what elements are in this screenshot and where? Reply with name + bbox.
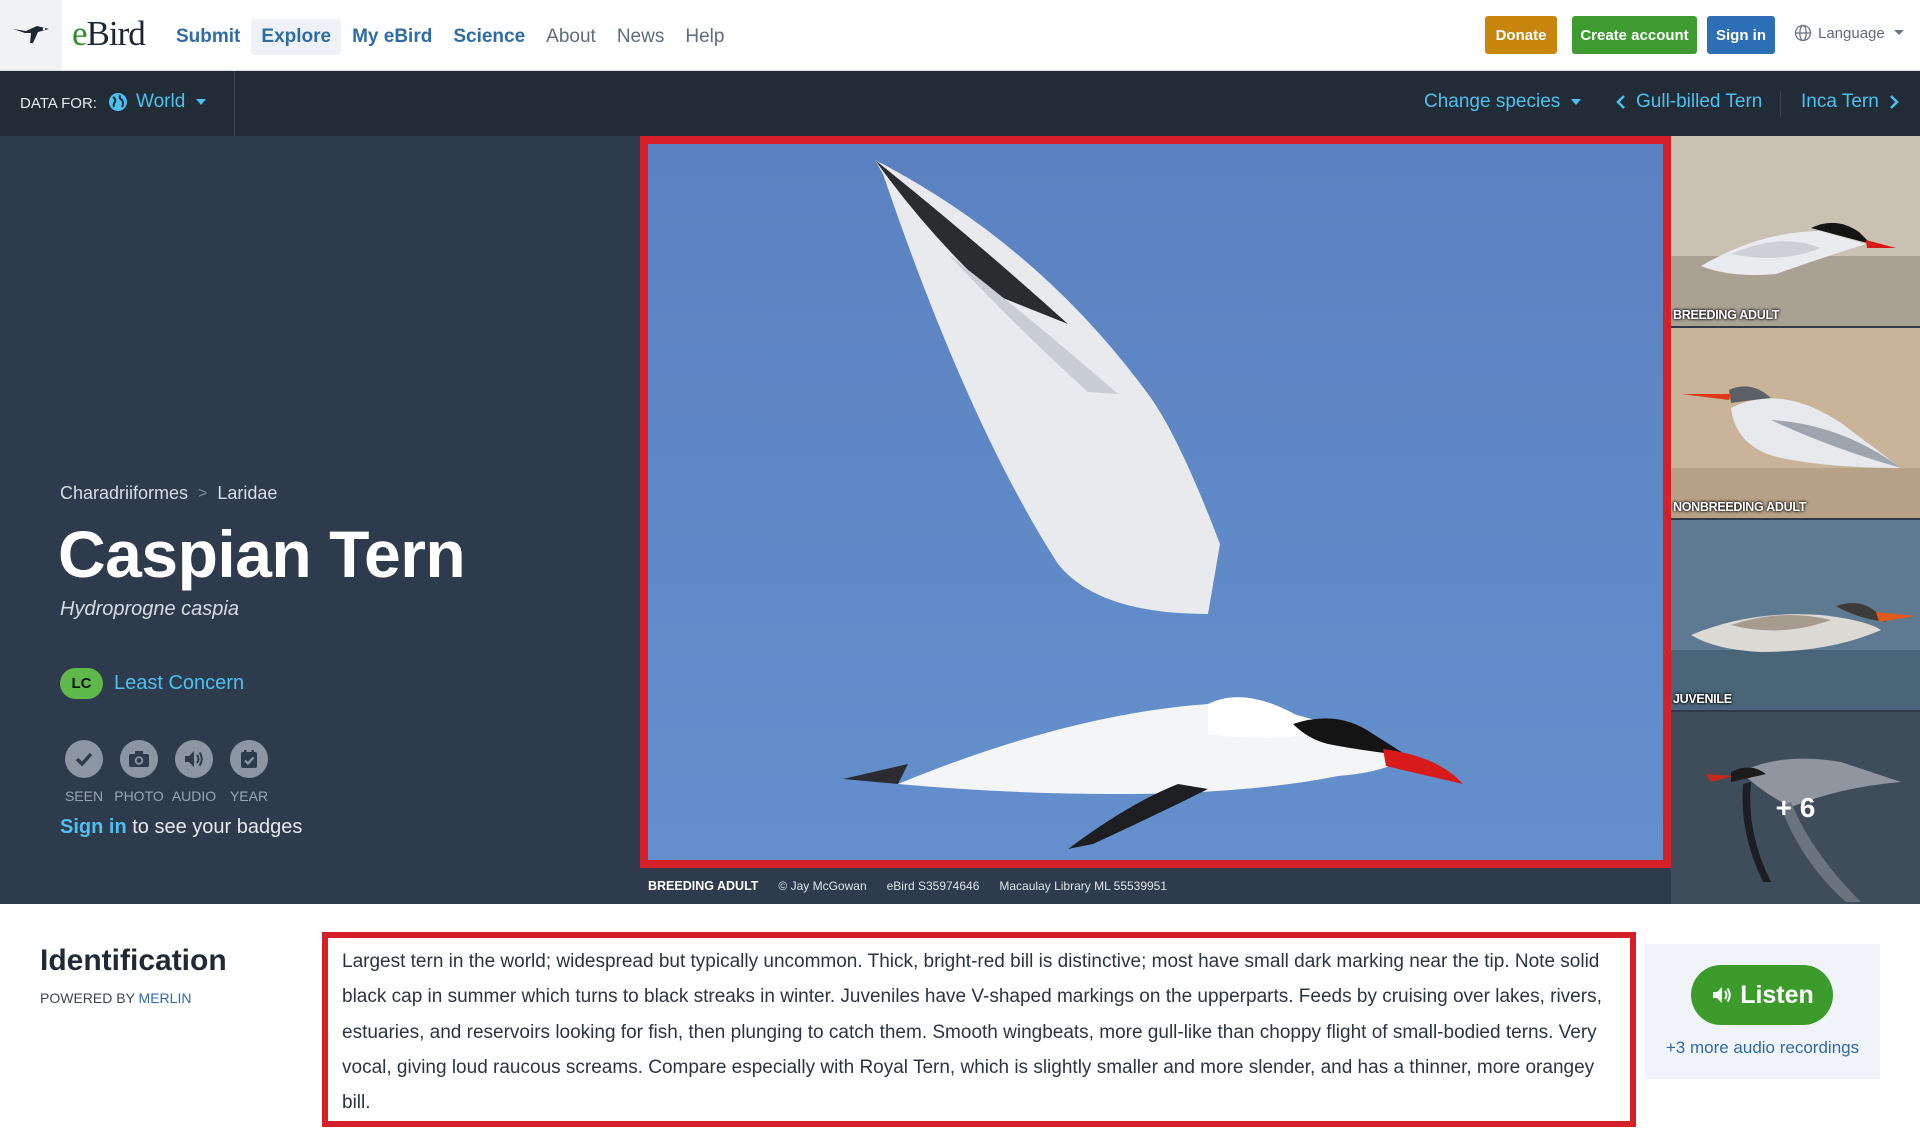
badge-year-label: YEAR <box>229 788 269 804</box>
identification-description-box: Largest tern in the world; widespread bu… <box>322 932 1636 1127</box>
calendar-check-icon <box>230 740 268 778</box>
breadcrumb-separator-icon: > <box>198 484 208 502</box>
caret-down-icon <box>196 99 207 105</box>
divider <box>1780 91 1781 117</box>
checkmark-icon <box>65 740 103 778</box>
identification-description: Largest tern in the world; widespread bu… <box>342 951 1602 1114</box>
previous-species-link[interactable]: Gull-billed Tern <box>1616 91 1762 113</box>
badges-sign-in-link[interactable]: Sign in <box>60 816 127 838</box>
badge-audio-label: AUDIO <box>171 788 217 804</box>
nav-submit[interactable]: Submit <box>166 19 250 55</box>
audio-panel: Listen +3 more audio recordings <box>1645 944 1880 1079</box>
chevron-down-icon <box>1893 30 1904 35</box>
badge-audio: AUDIO <box>168 740 220 804</box>
badge-year: YEAR <box>223 740 275 804</box>
species-common-name: Caspian Tern <box>58 517 466 591</box>
status-label: Least Concern <box>114 672 245 694</box>
powered-by: POWERED BY MERLIN <box>40 990 191 1006</box>
photo-caption: BREEDING ADULT <box>648 879 759 893</box>
badge-photo: PHOTO <box>113 740 165 804</box>
change-species-button[interactable]: Change species <box>1424 91 1582 113</box>
globe-icon <box>1794 24 1812 42</box>
chevron-right-icon <box>1889 95 1899 109</box>
thumbnail-juvenile[interactable]: JUVENILE <box>1671 520 1920 710</box>
language-selector[interactable]: Language <box>1794 24 1905 42</box>
top-navigation: eBird Submit Explore My eBird Science Ab… <box>0 0 1920 71</box>
more-audio-link[interactable]: +3 more audio recordings <box>1645 1038 1880 1058</box>
nav-about[interactable]: About <box>536 19 606 55</box>
nav-news[interactable]: News <box>607 19 675 55</box>
brand-rest: Bird <box>86 14 146 53</box>
listen-button[interactable]: Listen <box>1691 965 1833 1025</box>
divider <box>234 71 235 136</box>
previous-species-label: Gull-billed Tern <box>1636 91 1763 112</box>
user-badges: SEEN PHOTO AUDIO YEAR <box>58 740 278 804</box>
main-species-photo[interactable] <box>640 136 1671 868</box>
more-photos-count: + 6 <box>1775 792 1816 823</box>
nav-explore[interactable]: Explore <box>251 19 342 55</box>
conservation-status[interactable]: LC Least Concern <box>60 668 244 699</box>
brand-name[interactable]: eBird <box>72 14 146 54</box>
photo-caption-bar: BREEDING ADULT © Jay McGowan eBird S3597… <box>640 868 1671 904</box>
photo-thumbnails: BREEDING ADULT NONBREEDING ADULT JUVENIL… <box>1671 136 1920 904</box>
data-for-label: DATA FOR: <box>20 95 97 112</box>
family-label: Laridae <box>217 483 278 503</box>
thumbnail-breeding-adult[interactable]: BREEDING ADULT <box>1671 136 1920 326</box>
photo-library-id[interactable]: Macaulay Library ML 55539951 <box>999 879 1167 893</box>
merlin-link[interactable]: MERLIN <box>139 990 192 1006</box>
photo-checklist[interactable]: eBird S35974646 <box>887 879 980 893</box>
identification-heading: Identification <box>40 944 227 977</box>
main-nav: Submit Explore My eBird Science About Ne… <box>166 18 735 56</box>
thumbnail-label: JUVENILE <box>1673 692 1732 706</box>
region-label: World <box>136 91 186 112</box>
change-species-label: Change species <box>1424 91 1561 112</box>
taxonomy-breadcrumb: Charadriiformes > Laridae <box>60 483 277 504</box>
nav-my-ebird[interactable]: My eBird <box>342 19 442 55</box>
caret-down-icon <box>1571 99 1582 105</box>
language-label: Language <box>1818 24 1885 42</box>
thumbnail-label: NONBREEDING ADULT <box>1673 500 1807 514</box>
nav-help[interactable]: Help <box>675 19 734 55</box>
powered-by-label: POWERED BY <box>40 990 135 1006</box>
badge-seen: SEEN <box>58 740 110 804</box>
thumbnail-nonbreeding-adult[interactable]: NONBREEDING ADULT <box>1671 328 1920 518</box>
next-species-link[interactable]: Inca Tern <box>1801 91 1899 113</box>
status-badge: LC <box>60 668 103 699</box>
sign-in-button[interactable]: Sign in <box>1707 16 1775 54</box>
chevron-left-icon <box>1616 95 1625 109</box>
next-species-label: Inca Tern <box>1801 91 1879 112</box>
badge-photo-label: PHOTO <box>114 788 164 804</box>
speaker-icon <box>175 740 213 778</box>
species-scientific-name: Hydroprogne caspia <box>60 598 239 620</box>
listen-label: Listen <box>1740 980 1814 1009</box>
thumbnail-label: BREEDING ADULT <box>1673 308 1780 322</box>
badge-seen-label: SEEN <box>64 788 104 804</box>
order-label: Charadriiformes <box>60 483 189 503</box>
ebird-logo-icon[interactable] <box>0 0 62 70</box>
globe-icon <box>109 93 127 111</box>
donate-button[interactable]: Donate <box>1485 16 1557 54</box>
nav-science[interactable]: Science <box>443 19 535 55</box>
photo-credit[interactable]: © Jay McGowan <box>778 879 866 893</box>
data-bar: DATA FOR: World Change species Gull-bill… <box>0 71 1920 136</box>
camera-icon <box>120 740 158 778</box>
create-account-button[interactable]: Create account <box>1572 16 1697 54</box>
badges-sign-in-text: to see your badges <box>132 816 303 838</box>
speaker-icon <box>1713 987 1731 1003</box>
badges-sign-in-prompt: Sign in to see your badges <box>60 816 302 839</box>
region-selector[interactable]: World <box>108 91 207 113</box>
thumbnail-more-photos[interactable]: + 6 <box>1671 712 1920 904</box>
